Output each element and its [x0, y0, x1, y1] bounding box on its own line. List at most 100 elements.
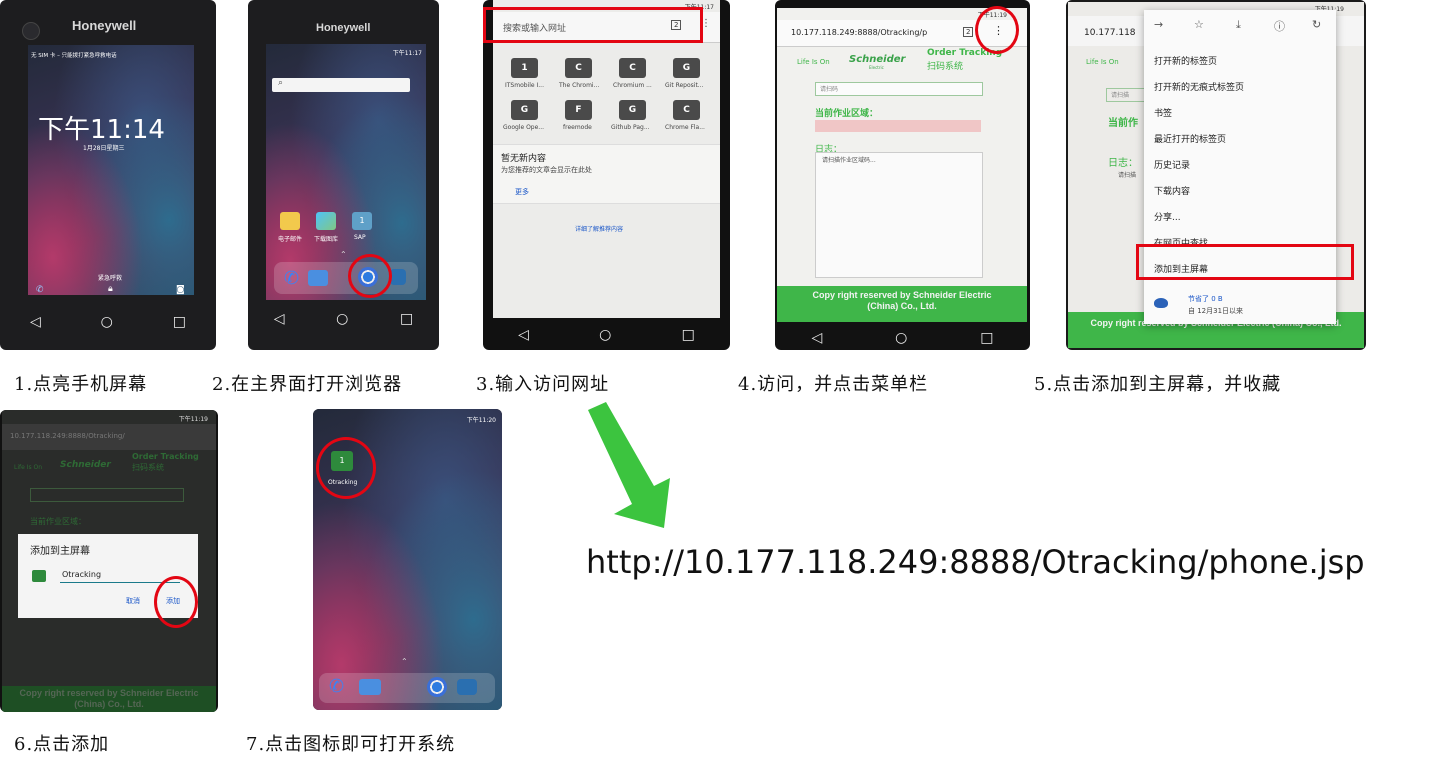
camera-icon[interactable]: ◙ [176, 285, 185, 295]
shortcut-tile[interactable]: C [565, 58, 592, 78]
shortcut-tile[interactable]: C [619, 58, 646, 78]
otracking-app-icon [32, 570, 46, 582]
log-box: 请扫描作业区域码... [815, 152, 983, 278]
bookmark-star-icon[interactable]: ☆ [1194, 18, 1204, 31]
screenshot-3-browser-new-tab: 下午11:17 搜索或输入网址 2 ⋮ 1 ITSmobile I... C T… [483, 0, 730, 350]
emergency-call-text[interactable]: 紧急呼救 [98, 273, 122, 282]
status-time: 下午11:17 [392, 50, 422, 57]
recents-icon[interactable]: □ [682, 328, 695, 342]
no-content-title: 暂无新内容 [501, 154, 547, 164]
menu-item-recent-tabs[interactable]: 最近打开的标签页 [1154, 132, 1226, 145]
highlight-app-icon-circle [316, 437, 376, 499]
highlight-address-box [483, 7, 703, 43]
email-app-icon[interactable] [280, 212, 300, 230]
forward-icon[interactable]: → [1154, 18, 1163, 31]
home-icon[interactable]: ○ [895, 331, 907, 345]
phone-icon[interactable]: ✆ [36, 285, 44, 295]
shortcut-tile[interactable]: 1 [511, 58, 538, 78]
bg-life-is-on: Life Is On [14, 464, 43, 471]
highlight-add-to-home-box [1136, 244, 1354, 280]
home-icon[interactable]: ○ [101, 315, 113, 329]
no-content-card: 暂无新内容 为您推荐的文章会显示在此处 更多 [493, 144, 720, 204]
bg-log-label: 日志： [1108, 158, 1138, 169]
shortcut-label: ITSmobile I... [505, 82, 544, 89]
dialog-title: 添加到主屏幕 [30, 546, 90, 557]
bg-schneider-logo: Schneider [60, 460, 111, 470]
shortcut-label: Git Reposit... [665, 82, 704, 89]
menu-item-bookmarks[interactable]: 书签 [1154, 106, 1172, 119]
step-1-caption: 1.点亮手机屏幕 [14, 374, 148, 395]
lock-icon[interactable]: 🔒︎ [108, 284, 113, 294]
scan-input[interactable]: 请扫码 [815, 82, 983, 96]
address-text: 10.177.118 [1084, 28, 1136, 38]
screenshot-2-home-screen: Honeywell 下午11:17 ⌕ 电子邮件 下载图库 1 SAP ⌃ ✆ … [248, 0, 439, 350]
shortcut-label: The Chromi... [559, 82, 600, 89]
clock-date: 1月28日星期三 [83, 145, 125, 152]
home-icon[interactable]: ○ [336, 312, 348, 326]
cancel-button[interactable]: 取消 [126, 596, 140, 606]
highlight-browser-circle [348, 254, 392, 298]
messages-app-icon[interactable] [359, 679, 381, 695]
menu-item-downloads[interactable]: 下载内容 [1154, 184, 1190, 197]
shortcut-tile[interactable]: F [565, 100, 592, 120]
brand-label: Honeywell [72, 18, 137, 33]
screenshot-1-lock-screen: Honeywell 无 SIM 卡 – 只能拨打紧急呼救电话 下午11:14 1… [0, 0, 216, 350]
scan-system-title: 扫码系统 [927, 62, 964, 72]
browser-screen: 下午11:17 搜索或输入网址 2 ⋮ 1 ITSmobile I... C T… [493, 0, 720, 318]
search-bar[interactable]: ⌕ [272, 78, 410, 92]
app-drawer-chevron-icon[interactable]: ⌃ [401, 657, 408, 666]
sap-app-icon[interactable]: 1 [352, 212, 372, 230]
menu-toolbar: → ☆ ⤓ ⓘ ↻ [1144, 10, 1336, 40]
menu-item-new-incognito-tab[interactable]: 打开新的无痕式标签页 [1154, 80, 1244, 93]
highlight-menu-circle [975, 6, 1019, 54]
app-drawer-chevron-icon[interactable]: ⌃ [340, 250, 347, 259]
camera-app-icon[interactable] [390, 269, 406, 285]
home-screen: 下午11:17 ⌕ 电子邮件 下载图库 1 SAP ⌃ ✆ [266, 44, 426, 300]
back-icon[interactable]: ◁ [811, 331, 822, 345]
shortcut-label: freemode [563, 124, 592, 131]
shortcut-tile[interactable]: G [619, 100, 646, 120]
shortcut-tile[interactable]: G [511, 100, 538, 120]
screenshot-4-tracking-page: 下午11:19 10.177.118.249:8888/Otracking/p … [775, 0, 1030, 350]
more-link[interactable]: 更多 [515, 187, 529, 197]
phone-app-icon[interactable]: ✆ [284, 268, 299, 289]
back-icon[interactable]: ◁ [274, 312, 285, 326]
data-saved-since: 自 12月31日以来 [1188, 307, 1244, 315]
copyright-footer: Copy right reserved by Schneider Electri… [2, 686, 216, 712]
camera-app-icon[interactable] [457, 679, 477, 695]
tracking-screen: 下午11:19 10.177.118.249:8888/Otracking/p … [777, 8, 1027, 322]
back-icon[interactable]: ◁ [518, 328, 529, 342]
bg-scan-input [30, 488, 184, 502]
phone-app-icon[interactable]: ✆ [329, 676, 344, 697]
bg-area-label: 当前作 [1108, 118, 1138, 129]
copyright-footer: Copy right reserved by Schneider Electri… [777, 286, 1027, 322]
shortcut-label: Google Ope... [503, 124, 545, 131]
life-is-on-text: Life Is On [1086, 58, 1119, 66]
info-icon[interactable]: ⓘ [1274, 18, 1285, 34]
schneider-sub: Electric [869, 65, 884, 70]
recents-icon[interactable]: □ [980, 331, 993, 345]
recents-icon[interactable]: □ [173, 315, 186, 329]
shortcut-tile[interactable]: C [673, 100, 700, 120]
menu-item-history[interactable]: 历史记录 [1154, 158, 1190, 171]
gallery-app-icon[interactable] [316, 212, 336, 230]
reload-icon[interactable]: ↻ [1312, 18, 1321, 31]
learn-more-link[interactable]: 详细了解推荐内容 [575, 224, 623, 233]
messages-app-icon[interactable] [308, 270, 328, 286]
recents-icon[interactable]: □ [400, 312, 413, 326]
tab-count-button[interactable]: 2 [963, 27, 974, 37]
app-label: 电子邮件 [278, 236, 303, 243]
data-saver-icon [1154, 298, 1168, 308]
shortcut-label: Chrome Fla... [665, 124, 705, 131]
status-time: 下午11:20 [466, 417, 496, 424]
address-text: 10.177.118.249:8888/Otracking/ [10, 432, 125, 440]
shortcut-tile[interactable]: G [673, 58, 700, 78]
chrome-browser-icon[interactable] [427, 677, 447, 697]
bg-area-label: 当前作业区域： [30, 517, 86, 526]
menu-item-share[interactable]: 分享... [1154, 210, 1181, 223]
home-icon[interactable]: ○ [599, 328, 611, 342]
menu-item-new-tab[interactable]: 打开新的标签页 [1154, 54, 1217, 67]
step-3-caption: 3.输入访问网址 [476, 374, 610, 395]
back-icon[interactable]: ◁ [30, 315, 41, 329]
download-icon[interactable]: ⤓ [1236, 18, 1241, 32]
